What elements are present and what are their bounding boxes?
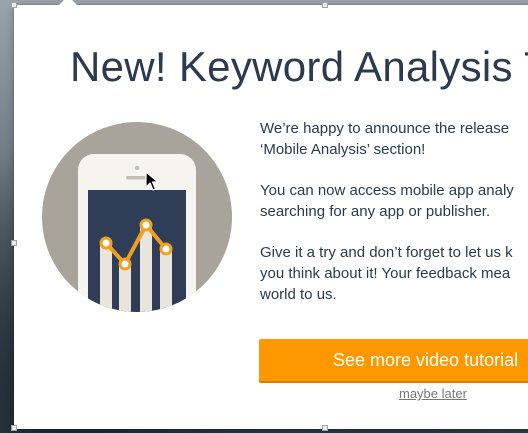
access-paragraph: You can now access mobile app analy sear… <box>260 180 528 222</box>
chart-bar <box>160 250 172 312</box>
resize-handle-top-left[interactable] <box>11 2 17 8</box>
feedback-paragraph: Give it a try and don’t forget to let us… <box>260 242 528 305</box>
chart-point <box>159 242 173 256</box>
chart-bar <box>119 264 131 312</box>
text-line: You can now access mobile app analy <box>260 182 514 199</box>
modal-title: New! Keyword Analysis T <box>70 43 528 90</box>
modal-pointer <box>58 0 78 6</box>
chart-point <box>99 236 113 250</box>
resize-handle-bottom-center[interactable] <box>322 425 328 431</box>
text-line: Give it a try and don’t forget to let us… <box>260 244 513 261</box>
resize-handle-bottom-left[interactable] <box>11 425 17 431</box>
chart-bar <box>100 242 112 312</box>
resize-handle-top-center[interactable] <box>322 2 328 8</box>
chart-point <box>139 218 153 232</box>
see-video-tutorials-button[interactable]: See more video tutorial <box>259 339 528 381</box>
phone-illustration <box>42 122 232 312</box>
text-line: ‘Mobile Analysis’ section! <box>260 141 426 158</box>
chart-bar <box>140 226 152 312</box>
resize-handle-middle-left[interactable] <box>11 240 17 246</box>
intro-paragraph: We’re happy to announce the release ‘Mob… <box>260 118 528 160</box>
maybe-later-link[interactable]: maybe later <box>399 386 467 401</box>
mouse-cursor-icon <box>145 171 159 191</box>
modal-body: We’re happy to announce the release ‘Mob… <box>260 118 528 325</box>
text-line: searching for any app or publisher. <box>260 203 491 220</box>
chart-point <box>118 257 132 271</box>
text-line: world to us. <box>260 286 337 303</box>
text-line: We’re happy to announce the release <box>260 120 510 137</box>
text-line: you think about it! Your feedback mea <box>260 265 511 282</box>
phone-camera <box>134 165 140 171</box>
